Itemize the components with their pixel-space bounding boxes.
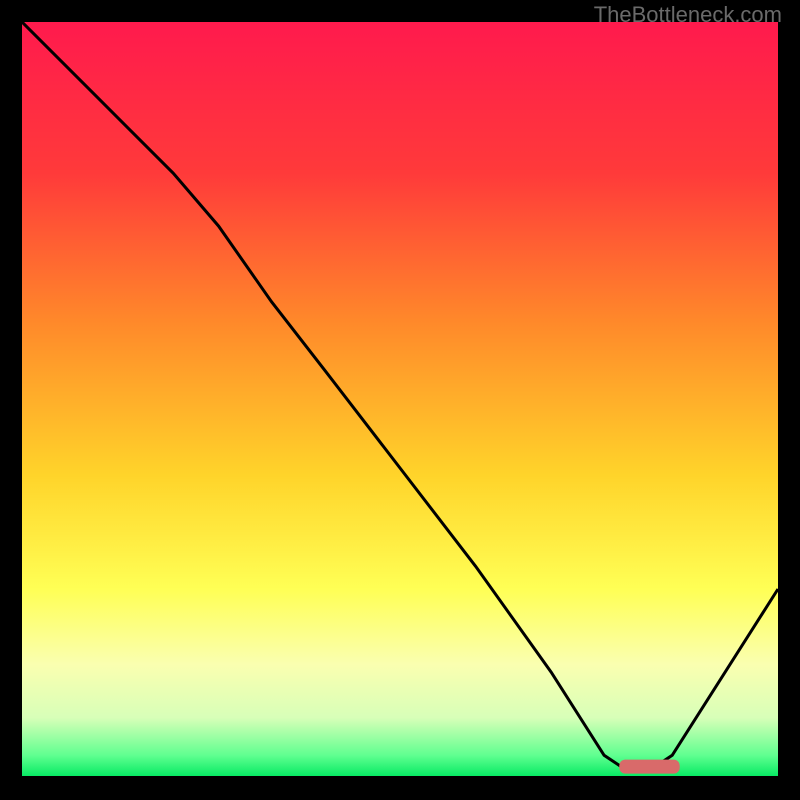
watermark-text: TheBottleneck.com bbox=[594, 2, 782, 28]
bottleneck-chart bbox=[22, 22, 778, 778]
chart-frame bbox=[22, 22, 778, 778]
optimal-marker bbox=[619, 760, 679, 774]
